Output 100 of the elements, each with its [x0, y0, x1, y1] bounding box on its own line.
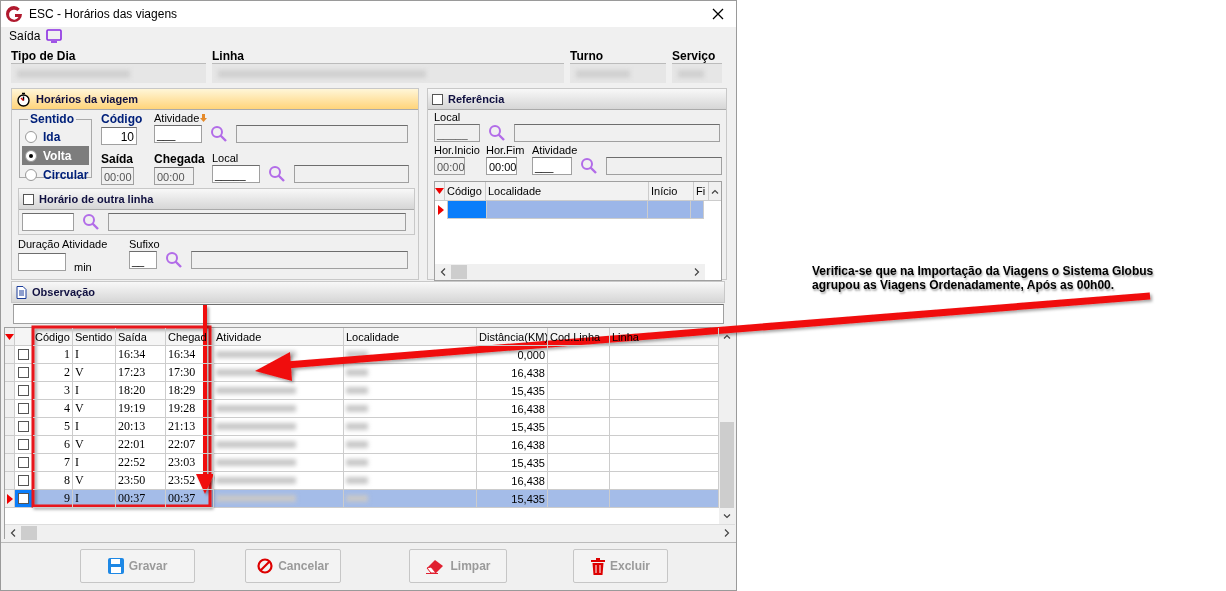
arrow-down-icon — [200, 114, 208, 122]
row-header-cell[interactable] — [5, 454, 15, 472]
input-field[interactable]: _____ — [434, 124, 480, 142]
field-label: Local — [434, 111, 462, 123]
row-header-cell[interactable] — [5, 400, 15, 418]
search-icon[interactable] — [82, 213, 100, 231]
panel-title: Horários da viagem — [36, 93, 139, 105]
input-field[interactable]: ___ — [154, 125, 202, 143]
table-cell: 19:19 — [116, 400, 166, 418]
table-row[interactable]: 4 V 19:19 19:28 16,438 — [5, 400, 719, 418]
sort-arrow-icon — [435, 188, 444, 194]
checkbox[interactable] — [18, 475, 29, 486]
column-header[interactable]: Código — [445, 182, 486, 200]
row-header-cell[interactable] — [5, 382, 15, 400]
checkbox[interactable] — [18, 349, 29, 360]
table-cell: 16,438 — [477, 400, 548, 418]
table-row[interactable]: 5 I 20:13 21:13 15,435 — [5, 418, 719, 436]
redacted-field[interactable] — [11, 63, 206, 83]
input-field[interactable] — [22, 213, 74, 231]
column-header[interactable]: Localidade — [344, 328, 477, 346]
close-icon[interactable] — [712, 8, 724, 20]
field-label: Código — [101, 112, 144, 126]
scrollbar-thumb[interactable] — [451, 265, 467, 279]
checkbox[interactable] — [18, 367, 29, 378]
input-field[interactable]: _____ — [212, 165, 260, 183]
table-cell: 6 — [33, 436, 73, 454]
table-cell: 15,435 — [477, 490, 548, 508]
table-row[interactable]: 3 I 18:20 18:29 15,435 — [5, 382, 719, 400]
redacted-field[interactable] — [672, 63, 722, 83]
input-field[interactable]: ___ — [532, 157, 572, 175]
table-cell: 15,435 — [477, 418, 548, 436]
input-field[interactable]: 10 — [101, 127, 137, 145]
scrollbar-thumb[interactable] — [720, 422, 734, 508]
checkbox[interactable] — [18, 457, 29, 468]
table-cell: 22:01 — [116, 436, 166, 454]
window-title: ESC - Horários das viagens — [29, 7, 179, 21]
column-header[interactable]: Início — [649, 182, 694, 200]
table-cell: 18:20 — [116, 382, 166, 400]
redacted-text — [346, 405, 368, 412]
table-cell: 00:37 — [116, 490, 166, 508]
column-header[interactable]: Distância(KM) — [477, 328, 548, 346]
monitor-icon[interactable] — [46, 29, 63, 43]
table-cell: 16:34 — [166, 346, 214, 364]
checkbox[interactable] — [18, 439, 29, 450]
row-header-cell[interactable] — [5, 364, 15, 382]
search-icon[interactable] — [210, 125, 228, 143]
redacted-field[interactable] — [570, 63, 666, 83]
column-header[interactable]: Saída — [116, 328, 166, 346]
row-header-cell[interactable] — [5, 418, 15, 436]
row-header-cell[interactable] — [5, 346, 15, 364]
search-icon[interactable] — [580, 157, 598, 175]
table-cell: 19:28 — [166, 400, 214, 418]
table-cell: 20:13 — [116, 418, 166, 436]
input-field[interactable]: 00:00 — [485, 157, 517, 175]
table-cell: 9 — [33, 490, 73, 508]
checkbox[interactable] — [432, 93, 443, 105]
scrollbar-thumb[interactable] — [21, 525, 37, 540]
observation-field[interactable] — [13, 304, 724, 324]
checkbox[interactable] — [18, 385, 29, 396]
menu-item[interactable]: Saída — [9, 29, 41, 43]
field-label: Local — [212, 152, 240, 164]
table-cell: I — [73, 418, 116, 436]
table-cell: 22:52 — [116, 454, 166, 472]
table-row[interactable]: 6 V 22:01 22:07 16,438 — [5, 436, 719, 454]
row-header-cell[interactable] — [5, 490, 15, 508]
row-header-cell[interactable] — [5, 436, 15, 454]
column-header[interactable]: Localidade — [486, 182, 649, 200]
search-icon[interactable] — [268, 165, 286, 183]
checkbox[interactable] — [18, 493, 29, 504]
table-cell: 18:29 — [166, 382, 214, 400]
checkbox[interactable] — [23, 193, 34, 205]
eraser-icon — [425, 558, 446, 574]
table-cell: 17:23 — [116, 364, 166, 382]
column-header[interactable]: Atividade — [214, 328, 344, 346]
redacted-text — [346, 369, 368, 376]
redacted-field[interactable] — [212, 63, 564, 83]
group-label: Sentido — [29, 112, 75, 126]
table-row[interactable]: 1 I 16:34 16:34 0,000 — [5, 346, 719, 364]
radio-option[interactable]: Circular — [22, 165, 89, 184]
table-row[interactable]: 9 I 00:37 00:37 15,435 — [5, 490, 719, 508]
table-cell: 23:03 — [166, 454, 214, 472]
column-header[interactable]: Código — [33, 328, 73, 346]
field-label: Serviço — [672, 49, 717, 63]
prohibited-icon — [257, 558, 274, 574]
column-header[interactable]: Sentido — [73, 328, 116, 346]
redacted-text — [346, 495, 368, 502]
table-cell: 16,438 — [477, 364, 548, 382]
search-icon[interactable] — [488, 124, 506, 142]
row-header-cell[interactable] — [5, 472, 15, 490]
column-header[interactable]: Linha — [610, 328, 719, 346]
checkbox[interactable] — [18, 403, 29, 414]
panel-title: Horário de outra linha — [39, 193, 154, 205]
radio-option[interactable]: Ida — [22, 127, 89, 146]
input-field[interactable]: __ — [129, 251, 157, 269]
radio-option[interactable]: Volta — [22, 146, 89, 165]
input-field[interactable] — [18, 253, 66, 271]
checkbox[interactable] — [18, 421, 29, 432]
table-cell: I — [73, 454, 116, 472]
search-icon[interactable] — [165, 251, 183, 269]
table-row[interactable]: 7 I 22:52 23:03 15,435 — [5, 454, 719, 472]
